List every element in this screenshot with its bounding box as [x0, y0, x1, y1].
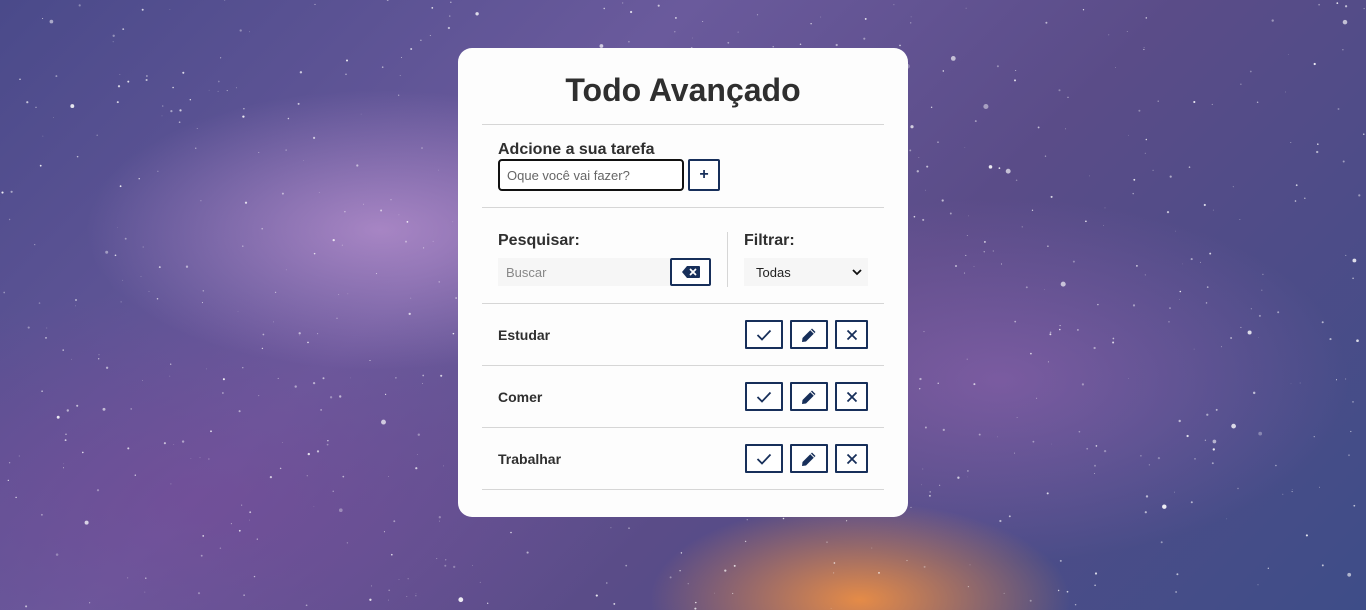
finish-todo-button[interactable]: [745, 382, 783, 411]
todo-list: Estudar Comer Trabalhar: [482, 304, 884, 490]
todo-text: Estudar: [498, 326, 551, 343]
filter-label: Filtrar:: [744, 232, 795, 249]
pencil-icon: [802, 328, 816, 342]
todo-item: Estudar: [482, 304, 884, 366]
search-input[interactable]: [498, 258, 670, 286]
todo-card: Todo Avançado Adcione a sua tarefa + Pes…: [458, 48, 908, 517]
close-icon: [846, 453, 857, 464]
close-icon: [846, 391, 857, 402]
pencil-icon: [802, 452, 816, 466]
toolbar: Pesquisar: Filtrar: Todas: [482, 208, 884, 304]
edit-todo-button[interactable]: [790, 320, 828, 349]
search-row: [498, 258, 727, 286]
check-icon: [756, 391, 772, 403]
add-todo-button[interactable]: +: [688, 159, 720, 191]
search-section: Pesquisar:: [498, 232, 728, 287]
add-todo-form: Adcione a sua tarefa +: [482, 125, 884, 208]
todo-item: Trabalhar: [482, 428, 884, 490]
add-todo-row: +: [498, 159, 868, 191]
backspace-icon: [681, 266, 700, 278]
edit-todo-button[interactable]: [790, 382, 828, 411]
pencil-icon: [802, 390, 816, 404]
check-icon: [756, 453, 772, 465]
todo-actions: [745, 320, 868, 349]
remove-todo-button[interactable]: [835, 382, 868, 411]
finish-todo-button[interactable]: [745, 444, 783, 473]
todo-text: Trabalhar: [498, 450, 562, 467]
add-todo-label: Adcione a sua tarefa: [498, 141, 655, 158]
filter-selected-value: Todas: [756, 264, 791, 280]
clear-search-button[interactable]: [670, 258, 711, 286]
chevron-down-icon: [852, 268, 862, 275]
edit-todo-button[interactable]: [790, 444, 828, 473]
todo-text: Comer: [498, 388, 543, 405]
todo-actions: [745, 382, 868, 411]
todo-input[interactable]: [498, 159, 684, 191]
remove-todo-button[interactable]: [835, 444, 868, 473]
check-icon: [756, 329, 772, 341]
filter-section: Filtrar: Todas: [728, 232, 868, 303]
page-title: Todo Avançado: [482, 48, 884, 125]
todo-actions: [745, 444, 868, 473]
todo-item: Comer: [482, 366, 884, 428]
filter-select[interactable]: Todas: [744, 258, 868, 286]
search-label: Pesquisar:: [498, 232, 580, 249]
remove-todo-button[interactable]: [835, 320, 868, 349]
close-icon: [846, 329, 857, 340]
finish-todo-button[interactable]: [745, 320, 783, 349]
